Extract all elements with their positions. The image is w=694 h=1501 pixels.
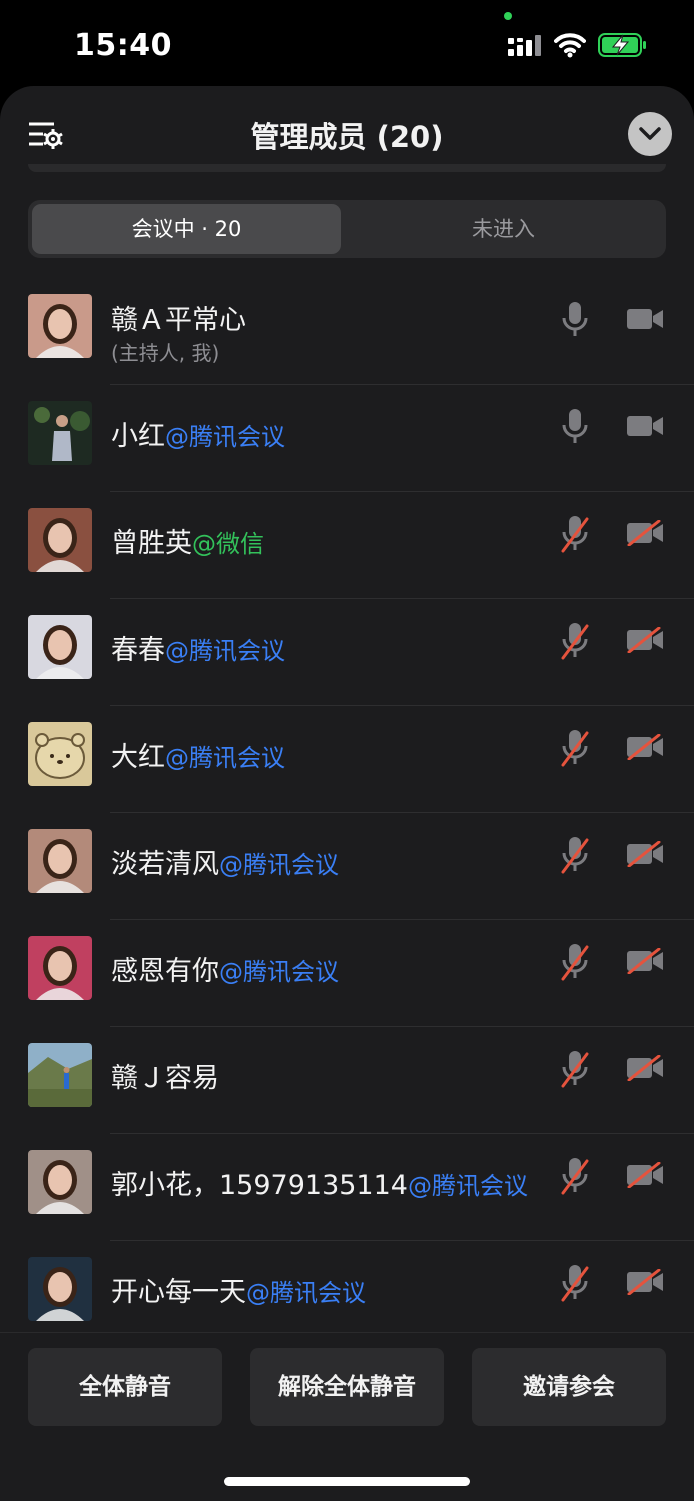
member-role: (主持人, 我) — [111, 341, 220, 365]
member-source: @微信 — [192, 530, 264, 558]
unmute-all-button[interactable]: 解除全体静音 — [250, 1348, 444, 1426]
wifi-icon — [554, 33, 586, 58]
invite-button[interactable]: 邀请参会 — [472, 1348, 666, 1426]
video-camera-off-icon[interactable] — [626, 626, 664, 654]
woman-portrait-avatar — [28, 1257, 92, 1321]
microphone-muted-icon[interactable] — [560, 835, 590, 875]
woman-portrait-avatar — [28, 508, 92, 572]
battery-charging-icon — [598, 33, 646, 57]
microphone-muted-icon[interactable] — [560, 1156, 590, 1196]
collapse-button[interactable] — [628, 112, 672, 156]
member-source: @腾讯会议 — [219, 851, 339, 879]
woman-portrait-avatar — [28, 615, 92, 679]
member-name: 淡若清风 — [111, 849, 219, 880]
member-name-line: 大红@腾讯会议 — [111, 735, 285, 774]
camera-in-use-indicator — [504, 12, 512, 20]
member-source: @腾讯会议 — [407, 1172, 528, 1200]
member-name: 小红 — [111, 421, 165, 452]
status-time: 15:40 — [74, 28, 172, 63]
video-camera-icon[interactable] — [626, 306, 664, 332]
member-name: 大红 — [111, 742, 165, 773]
member-row[interactable]: 郭小花，15979135114@腾讯会议 — [0, 1134, 694, 1241]
cellular-signal-icon — [508, 35, 541, 56]
landscape-avatar — [28, 1043, 92, 1107]
video-camera-icon[interactable] — [626, 413, 664, 439]
video-camera-off-icon[interactable] — [626, 519, 664, 547]
member-row[interactable]: 赣Ｊ容易 — [0, 1027, 694, 1134]
microphone-icon[interactable] — [560, 300, 590, 340]
video-camera-off-icon[interactable] — [626, 1054, 664, 1082]
member-name-line: 曾胜英@微信 — [111, 521, 264, 560]
home-indicator — [224, 1477, 470, 1486]
member-source: @腾讯会议 — [165, 637, 285, 665]
member-source: @腾讯会议 — [219, 958, 339, 986]
video-camera-off-icon[interactable] — [626, 1161, 664, 1189]
woman-portrait-avatar — [28, 294, 92, 358]
member-list: 赣Ａ平常心 (主持人, 我) 小红@腾讯会议 曾胜英@微信 春春@腾讯会议 大红… — [0, 278, 694, 1348]
mute-all-button[interactable]: 全体静音 — [28, 1348, 222, 1426]
member-row[interactable]: 小红@腾讯会议 — [0, 385, 694, 492]
member-name-line: 小红@腾讯会议 — [111, 414, 285, 453]
member-name-line: 赣Ａ平常心 — [111, 298, 246, 337]
cartoon-bear-avatar — [28, 722, 92, 786]
member-row[interactable]: 春春@腾讯会议 — [0, 599, 694, 706]
woman-portrait-avatar — [28, 936, 92, 1000]
search-bar-edge — [28, 164, 666, 172]
microphone-icon[interactable] — [560, 407, 590, 447]
member-name: 春春 — [111, 635, 165, 666]
page-title: 管理成员 (20) — [250, 120, 444, 154]
member-name: 感恩有你 — [111, 956, 219, 987]
member-name-line: 淡若清风@腾讯会议 — [111, 842, 339, 881]
member-name: 赣Ｊ容易 — [111, 1063, 219, 1094]
member-row[interactable]: 感恩有你@腾讯会议 — [0, 920, 694, 1027]
video-camera-off-icon[interactable] — [626, 733, 664, 761]
member-source: @腾讯会议 — [165, 744, 285, 772]
member-name-line: 感恩有你@腾讯会议 — [111, 949, 339, 988]
microphone-muted-icon[interactable] — [560, 1263, 590, 1303]
night-photo-avatar — [28, 401, 92, 465]
member-name-line: 赣Ｊ容易 — [111, 1056, 219, 1095]
member-name-line: 春春@腾讯会议 — [111, 628, 285, 667]
member-source: @腾讯会议 — [165, 423, 285, 451]
video-camera-off-icon[interactable] — [626, 840, 664, 868]
microphone-muted-icon[interactable] — [560, 621, 590, 661]
microphone-muted-icon[interactable] — [560, 514, 590, 554]
member-name: 开心每一天 — [111, 1277, 246, 1308]
video-camera-off-icon[interactable] — [626, 947, 664, 975]
member-source: @腾讯会议 — [246, 1279, 366, 1307]
video-camera-off-icon[interactable] — [626, 1268, 664, 1296]
member-row[interactable]: 赣Ａ平常心 (主持人, 我) — [0, 278, 694, 385]
member-name: 曾胜英 — [111, 528, 192, 559]
segmented-tabs: 会议中 · 20 未进入 — [28, 200, 666, 258]
member-name-line: 开心每一天@腾讯会议 — [111, 1270, 366, 1309]
status-bar: 15:40 — [0, 0, 694, 90]
member-row[interactable]: 淡若清风@腾讯会议 — [0, 813, 694, 920]
woman-portrait-avatar — [28, 829, 92, 893]
member-row[interactable]: 曾胜英@微信 — [0, 492, 694, 599]
tab-in-meeting[interactable]: 会议中 · 20 — [32, 204, 341, 254]
tab-not-joined[interactable]: 未进入 — [345, 204, 662, 254]
bottom-action-bar: 全体静音 解除全体静音 邀请参会 — [0, 1332, 694, 1501]
member-name-line: 郭小花，15979135114@腾讯会议 — [111, 1163, 528, 1202]
member-row[interactable]: 大红@腾讯会议 — [0, 706, 694, 813]
chevron-down-icon — [639, 127, 661, 140]
manage-members-sheet: 管理成员 (20) 会议中 · 20 未进入 赣Ａ平常心 (主持人, 我) 小红… — [0, 86, 694, 1501]
microphone-muted-icon[interactable] — [560, 1049, 590, 1089]
member-name: 郭小花，15979135114 — [111, 1170, 408, 1201]
microphone-muted-icon[interactable] — [560, 728, 590, 768]
microphone-muted-icon[interactable] — [560, 942, 590, 982]
woman-portrait-avatar — [28, 1150, 92, 1214]
member-name: 赣Ａ平常心 — [111, 305, 246, 336]
sheet-header: 管理成员 (20) — [0, 86, 694, 182]
